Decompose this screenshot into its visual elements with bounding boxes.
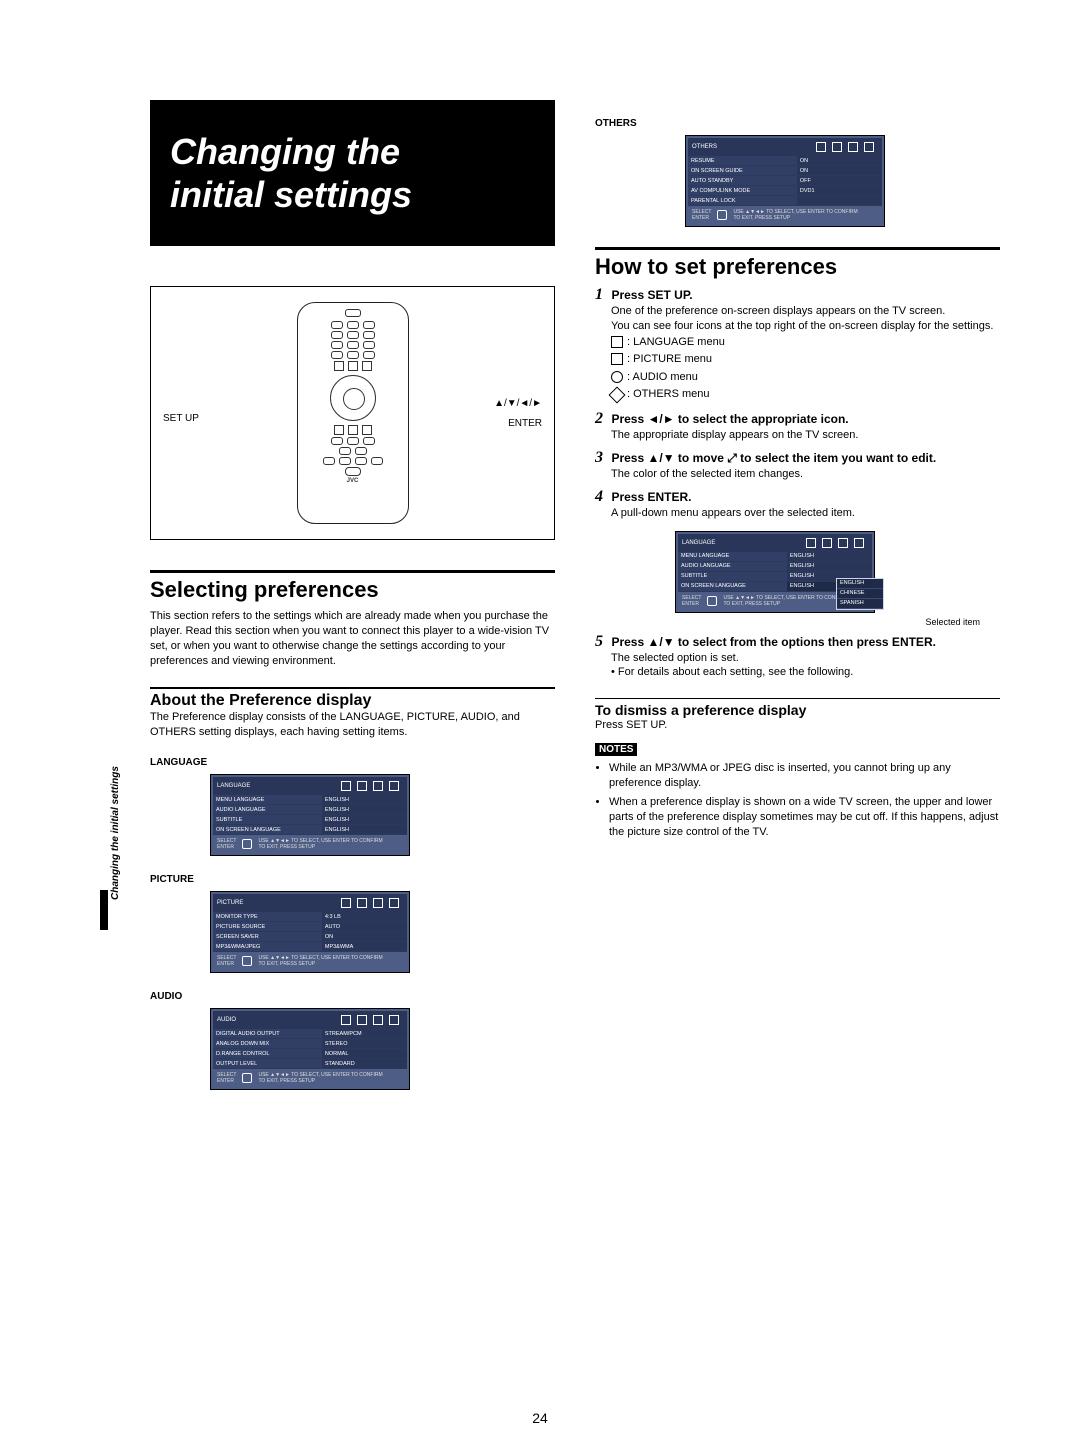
menu-audio: AUDIODIGITAL AUDIO OUTPUTSTREAM/PCMANALO…	[210, 1008, 410, 1090]
step2-num: 2	[595, 410, 603, 427]
menu-picture: PICTUREMONITOR TYPE4:3 LBPICTURE SOURCEA…	[210, 891, 410, 973]
notes-label: NOTES	[595, 743, 637, 756]
remote-body: JVC	[297, 302, 409, 524]
step2-desc: The appropriate display appears on the T…	[611, 428, 1000, 443]
dropdown-caption: Selected item	[595, 617, 980, 627]
body-selecting-preferences: This section refers to the settings whic…	[150, 609, 555, 668]
notes-list: While an MP3/WMA or JPEG disc is inserte…	[609, 761, 1000, 839]
heading-dismiss: To dismiss a preference display	[595, 698, 1000, 718]
step5-num: 5	[595, 633, 603, 650]
step3-title: Press ▲/▼ to move ⤢ to select the item y…	[611, 451, 936, 465]
note-item: When a preference display is shown on a …	[609, 795, 1000, 840]
label-picture: PICTURE	[150, 874, 555, 885]
remote-diagram: SET UP ENTER ▲/▼/◄/► JVC	[150, 286, 555, 540]
step2-title: Press ◄/► to select the appropriate icon…	[611, 412, 848, 426]
icon-def-aud: : AUDIO menu	[627, 371, 698, 383]
label-others: OTHERS	[595, 118, 1000, 129]
page-number: 24	[0, 1410, 1080, 1426]
remote-label-enter: ENTER	[508, 418, 542, 429]
remote-label-setup: SET UP	[163, 413, 199, 424]
heading-selecting-preferences: Selecting preferences	[150, 570, 555, 603]
body-about-preference: The Preference display consists of the L…	[150, 710, 555, 740]
page-title-block: Changing the initial settings	[150, 100, 555, 246]
heading-how-to-set: How to set preferences	[595, 247, 1000, 280]
heading-about-preference: About the Preference display	[150, 687, 555, 710]
step5-desc1: The selected option is set.	[611, 651, 1000, 666]
picture-icon	[611, 353, 623, 365]
step4-title: Press ENTER.	[611, 490, 691, 504]
step3-num: 3	[595, 449, 603, 466]
step5-title: Press ▲/▼ to select from the options the…	[611, 635, 936, 649]
step3-desc: The color of the selected item changes.	[611, 467, 1000, 482]
step1-num: 1	[595, 286, 603, 303]
language-icon	[611, 336, 623, 348]
icon-def-oth: : OTHERS menu	[627, 388, 710, 400]
icon-def-lang: : LANGUAGE menu	[627, 336, 725, 348]
step5-desc2: • For details about each setting, see th…	[611, 665, 1000, 680]
remote-brand: JVC	[298, 478, 408, 484]
menu-others: OTHERSRESUMEONON SCREEN GUIDEONAUTO STAN…	[685, 135, 885, 227]
step4-desc: A pull-down menu appears over the select…	[611, 506, 1000, 521]
menu-language-dropdown: LANGUAGEMENU LANGUAGEENGLISHAUDIO LANGUA…	[675, 531, 875, 613]
audio-icon	[611, 371, 623, 383]
label-language: LANGUAGE	[150, 757, 555, 768]
step1-desc2: You can see four icons at the top right …	[611, 319, 1000, 334]
side-tab-bar	[100, 890, 108, 930]
body-dismiss: Press SET UP.	[595, 718, 1000, 733]
title-line2: initial settings	[170, 173, 535, 216]
note-item: While an MP3/WMA or JPEG disc is inserte…	[609, 761, 1000, 791]
icon-def-pic: : PICTURE menu	[627, 353, 712, 365]
title-line1: Changing the	[170, 130, 535, 173]
menu-language: LANGUAGEMENU LANGUAGEENGLISHAUDIO LANGUA…	[210, 774, 410, 856]
step4-num: 4	[595, 488, 603, 505]
step1-desc1: One of the preference on-screen displays…	[611, 304, 1000, 319]
side-tab-label: Changing the initial settings	[110, 766, 121, 900]
remote-label-arrows: ▲/▼/◄/►	[494, 398, 542, 409]
label-audio: AUDIO	[150, 991, 555, 1002]
step1-title: Press SET UP.	[611, 288, 692, 302]
others-icon	[609, 386, 626, 403]
